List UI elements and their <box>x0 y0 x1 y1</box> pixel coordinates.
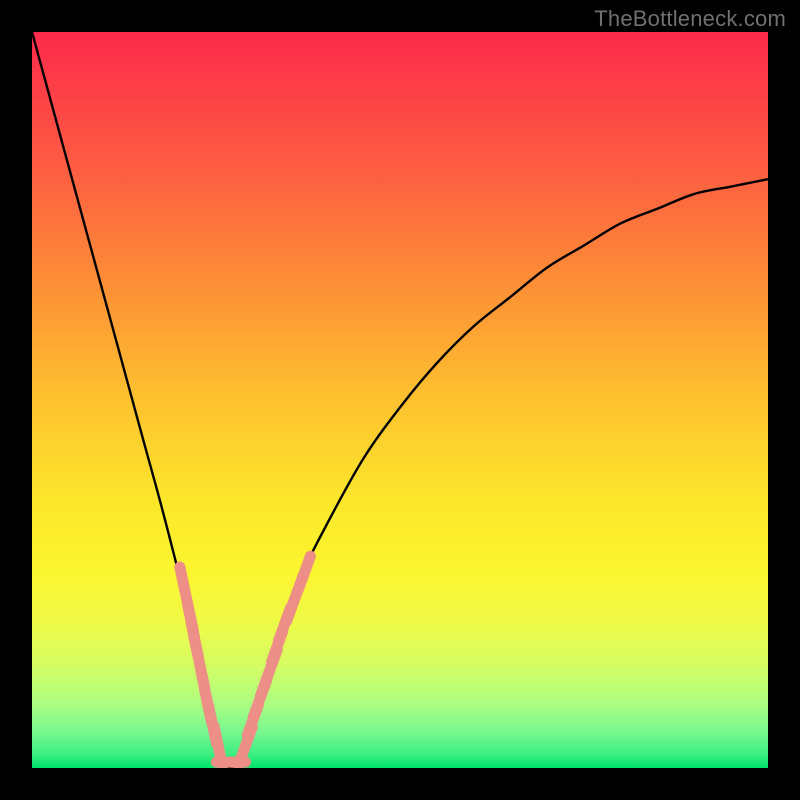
watermark-text: TheBottleneck.com <box>594 6 786 32</box>
gradient-background <box>32 32 768 768</box>
chart-frame: TheBottleneck.com <box>0 0 800 800</box>
plot-area <box>32 32 768 768</box>
plot-svg <box>32 32 768 768</box>
